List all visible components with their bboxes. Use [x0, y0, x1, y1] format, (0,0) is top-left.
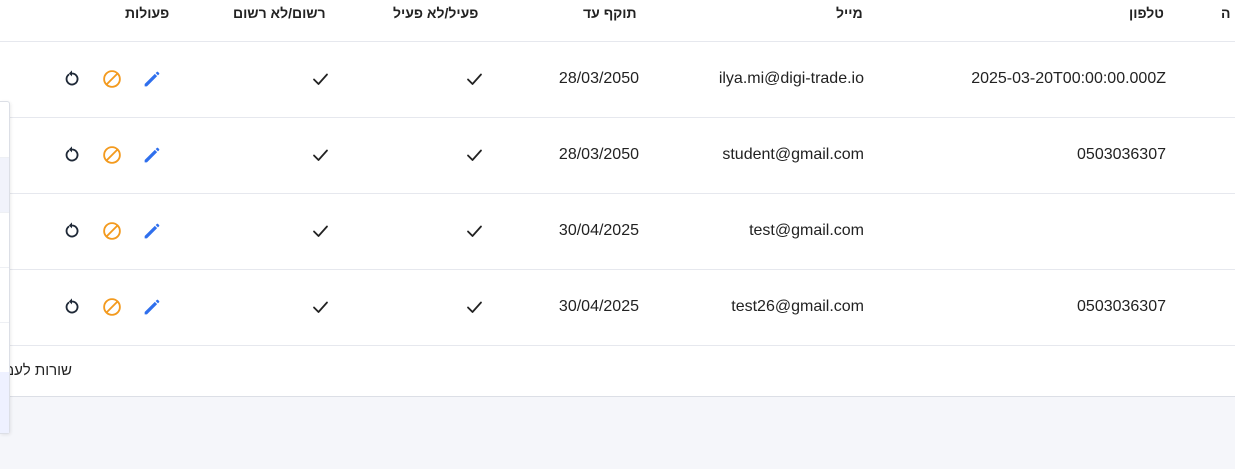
block-icon[interactable]: [101, 68, 123, 90]
column-header-active[interactable]: פעיל/לא פעיל: [393, 5, 478, 21]
cell-phone: 2025-03-20T00:00:00.000Z: [971, 70, 1166, 87]
registered-check-icon: [313, 149, 328, 161]
active-check-icon: [467, 73, 482, 85]
cell-email: test@gmail.com: [749, 222, 864, 239]
cell-valid-until: 28/03/2050: [558, 146, 639, 163]
block-icon[interactable]: [101, 220, 123, 242]
active-check-icon: [467, 149, 482, 161]
edit-pencil-icon[interactable]: [141, 68, 163, 90]
edit-pencil-icon[interactable]: [141, 296, 163, 318]
column-header-email[interactable]: מייל: [836, 5, 863, 21]
table-row: 2025-03-20T00:00:00.000Z ilya.mi@digi-tra…: [0, 42, 1235, 118]
edit-pencil-icon[interactable]: [141, 144, 163, 166]
block-icon[interactable]: [101, 296, 123, 318]
column-header-registered[interactable]: רשום/לא רשום: [233, 5, 326, 21]
registered-check-icon: [313, 73, 328, 85]
rows-per-page-label: שורות לעמוד: [10, 362, 72, 379]
cell-email: student@gmail.com: [722, 146, 864, 163]
column-header-phone[interactable]: טלפון: [1129, 5, 1164, 21]
table-header: ה טלפון מייל תוקף עד פעיל/לא פעיל רשום/ל…: [0, 0, 1235, 42]
block-icon[interactable]: [101, 144, 123, 166]
refresh-icon[interactable]: [61, 220, 83, 242]
users-table: ה טלפון מייל תוקף עד פעיל/לא פעיל רשום/ל…: [0, 0, 1235, 397]
cell-valid-until: 30/04/2025: [558, 298, 639, 315]
refresh-icon[interactable]: [61, 68, 83, 90]
cell-email: test26@gmail.com: [731, 298, 864, 315]
column-header-actions: פעולות: [125, 5, 170, 21]
cell-valid-until: 28/03/2050: [558, 70, 639, 87]
registered-check-icon: [313, 225, 328, 237]
table-row: test@gmail.com 30/04/2025: [0, 194, 1235, 270]
active-check-icon: [467, 301, 482, 313]
table-row: 0503036307 test26@gmail.com 30/04/2025: [0, 270, 1235, 346]
active-check-icon: [467, 225, 482, 237]
table-row: 0503036307 student@gmail.com 28/03/2050: [0, 118, 1235, 194]
registered-check-icon: [313, 301, 328, 313]
cell-phone: 0503036307: [1077, 146, 1166, 163]
column-header-partial: ה: [1221, 5, 1231, 21]
column-header-valid-until[interactable]: תוקף עד: [583, 5, 637, 21]
cell-valid-until: 30/04/2025: [558, 222, 639, 239]
cell-email: ilya.mi@digi-trade.io: [718, 70, 864, 87]
side-panel-edge[interactable]: [0, 101, 10, 434]
refresh-icon[interactable]: [61, 296, 83, 318]
refresh-icon[interactable]: [61, 144, 83, 166]
cell-phone: 0503036307: [1077, 298, 1166, 315]
edit-pencil-icon[interactable]: [141, 220, 163, 242]
